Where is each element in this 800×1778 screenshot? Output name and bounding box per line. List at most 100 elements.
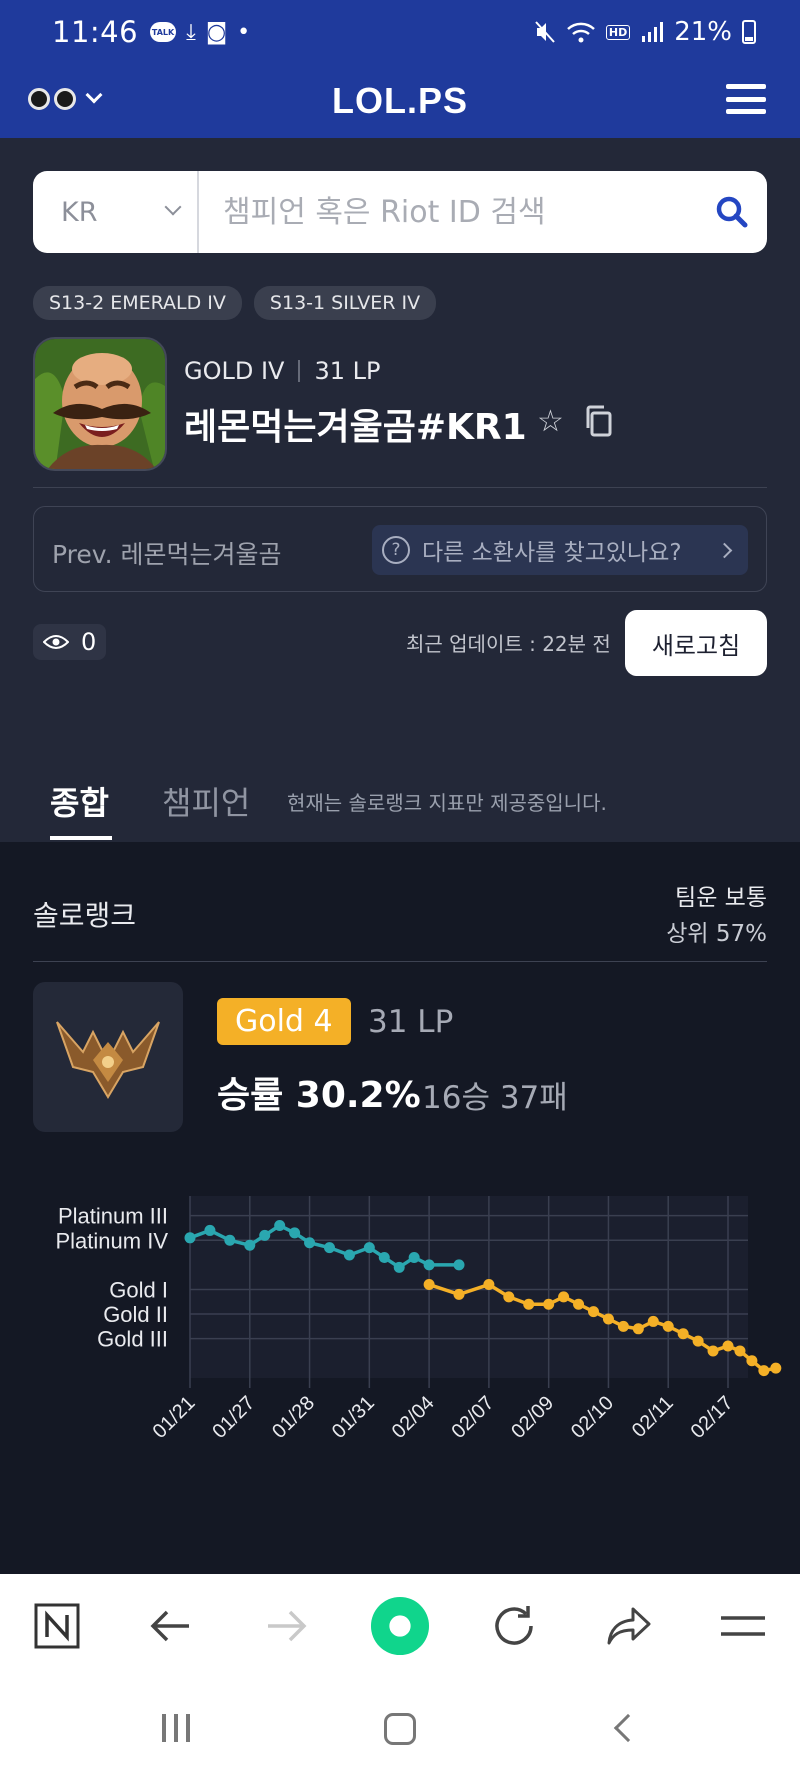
lp-history-chart: Platinum IIIPlatinum IV Gold IGold IIGold… [56, 1196, 782, 1438]
chart-data-point [289, 1227, 301, 1239]
tab-overview[interactable]: 종합 [50, 778, 109, 824]
browser-menu-button[interactable] [713, 1596, 773, 1656]
chart-x-tick-label: 02/17 [687, 1392, 738, 1438]
chart-data-point [453, 1288, 465, 1300]
find-other-summoner-button[interactable]: ? 다른 소환사를 찾고있나요? [372, 525, 748, 575]
status-notification-icons: TALK ⤓ ◙ • [150, 20, 250, 45]
search-button[interactable] [697, 171, 767, 253]
divider [33, 487, 767, 488]
back-icon[interactable] [613, 1713, 643, 1743]
menu-lines-icon [720, 1616, 765, 1636]
back-button[interactable] [141, 1596, 201, 1656]
previous-name-box: Prev. 레몬먹는겨울곰 ? 다른 소환사를 찾고있나요? [33, 506, 767, 592]
site-logo[interactable]: LOL.PS [332, 80, 468, 122]
chart-data-point [647, 1315, 659, 1327]
current-tier: GOLD IV 31 LP [184, 357, 380, 385]
favorite-star-icon[interactable]: ☆ [537, 404, 564, 439]
search-bar: KR [33, 171, 767, 253]
wifi-icon [567, 22, 595, 43]
tab-note: 현재는 솔로랭크 지표만 제공중입니다. [287, 791, 607, 815]
tab-champion[interactable]: 챔피언 [162, 778, 250, 824]
chart-x-tick-label: 02/09 [507, 1392, 558, 1438]
chart-data-point [408, 1251, 420, 1263]
share-arrow-icon [607, 1607, 651, 1645]
arrow-left-icon [150, 1610, 190, 1642]
search-icon [716, 196, 748, 228]
team-luck: 팀운 보통 [675, 885, 767, 911]
search-input[interactable] [199, 194, 697, 230]
chart-data-point [224, 1234, 236, 1246]
home-icon[interactable] [384, 1713, 416, 1745]
green-circle-icon [370, 1596, 430, 1656]
chart-data-point [423, 1279, 435, 1291]
chart-data-point [323, 1242, 335, 1254]
last-updated: 최근 업데이트 : 22분 전 [406, 632, 611, 656]
chart-data-point [378, 1251, 390, 1263]
chart-data-point [259, 1229, 271, 1241]
recent-apps-icon[interactable] [162, 1714, 190, 1742]
champion-portrait-icon [35, 339, 165, 469]
chart-data-point [244, 1239, 256, 1251]
forward-button[interactable] [256, 1596, 316, 1656]
share-button[interactable] [599, 1596, 659, 1656]
chart-data-point [343, 1249, 355, 1261]
chart-y-tick-label: Gold I [109, 1277, 168, 1302]
chevron-right-icon [716, 542, 733, 558]
team-luck-rank: 상위 57% [666, 921, 767, 947]
chart-x-tick-label: 02/04 [388, 1392, 439, 1438]
binoculars-icon [28, 88, 50, 110]
chart-data-point [503, 1291, 515, 1303]
naver-home-button[interactable] [27, 1596, 87, 1656]
chart-data-point [746, 1355, 758, 1367]
view-count-value: 0 [81, 628, 97, 656]
win-loss-record: 16승 37패 [422, 1080, 568, 1116]
chart-y-tick-label: Gold III [97, 1327, 168, 1352]
chart-data-point [758, 1365, 770, 1377]
chart-x-tick-label: 01/27 [208, 1392, 259, 1438]
chart-data-point [543, 1298, 555, 1310]
separator [298, 360, 301, 382]
active-tab-indicator [50, 836, 112, 840]
status-time: 11:46 [52, 15, 139, 49]
chart-data-point [558, 1291, 570, 1303]
chart-data-point [617, 1320, 629, 1332]
chart-x-tick-label: 01/28 [268, 1392, 319, 1438]
hamburger-menu-icon[interactable] [726, 84, 766, 114]
chart-x-tick-label: 02/07 [447, 1392, 498, 1438]
download-icon: ⤓ [186, 19, 196, 45]
chart-data-point [523, 1298, 535, 1310]
chart-y-tick-label: Platinum III [58, 1204, 168, 1229]
chart-data-point [707, 1345, 719, 1357]
previous-name: Prev. 레몬먹는겨울곰 [52, 540, 282, 569]
status-bar: 11:46 TALK ⤓ ◙ • HD 21% [0, 0, 800, 64]
chevron-down-icon [85, 86, 103, 104]
green-dot-button[interactable] [370, 1596, 430, 1656]
chart-data-point [483, 1279, 495, 1291]
season-chip: S13-2 EMERALD IV [33, 286, 242, 320]
refresh-button[interactable]: 새로고침 [625, 610, 767, 676]
chart-y-tick-label: Platinum IV [56, 1228, 169, 1253]
chart-x-tick-label: 01/31 [328, 1392, 379, 1438]
chart-data-point [304, 1237, 316, 1249]
chart-data-point [662, 1320, 674, 1332]
question-icon: ? [382, 536, 410, 564]
chart-data-point [588, 1306, 599, 1318]
chevron-down-icon [164, 198, 182, 216]
app-header: LOL.PS [0, 64, 800, 138]
arrow-right-icon [267, 1610, 307, 1642]
chart-data-point [692, 1335, 704, 1347]
season-chip: S13-1 SILVER IV [253, 286, 437, 320]
chart-data-point [770, 1362, 782, 1374]
region-value: KR [61, 196, 98, 228]
binoculars-menu-button[interactable] [28, 86, 103, 110]
region-select[interactable]: KR [33, 171, 199, 253]
chart-data-point [677, 1328, 689, 1340]
solo-rank-panel: 솔로랭크 팀운 보통 상위 57% Gold 4 31 LP 승률 30.2% … [0, 842, 800, 1574]
chart-data-point [632, 1323, 644, 1335]
reload-button[interactable] [484, 1596, 544, 1656]
rank-emblem [33, 982, 183, 1132]
chart-x-tick-label: 02/10 [567, 1392, 618, 1438]
chart-data-point [393, 1261, 405, 1273]
hd-voice-icon: HD [605, 24, 631, 40]
copy-icon[interactable] [584, 404, 614, 438]
